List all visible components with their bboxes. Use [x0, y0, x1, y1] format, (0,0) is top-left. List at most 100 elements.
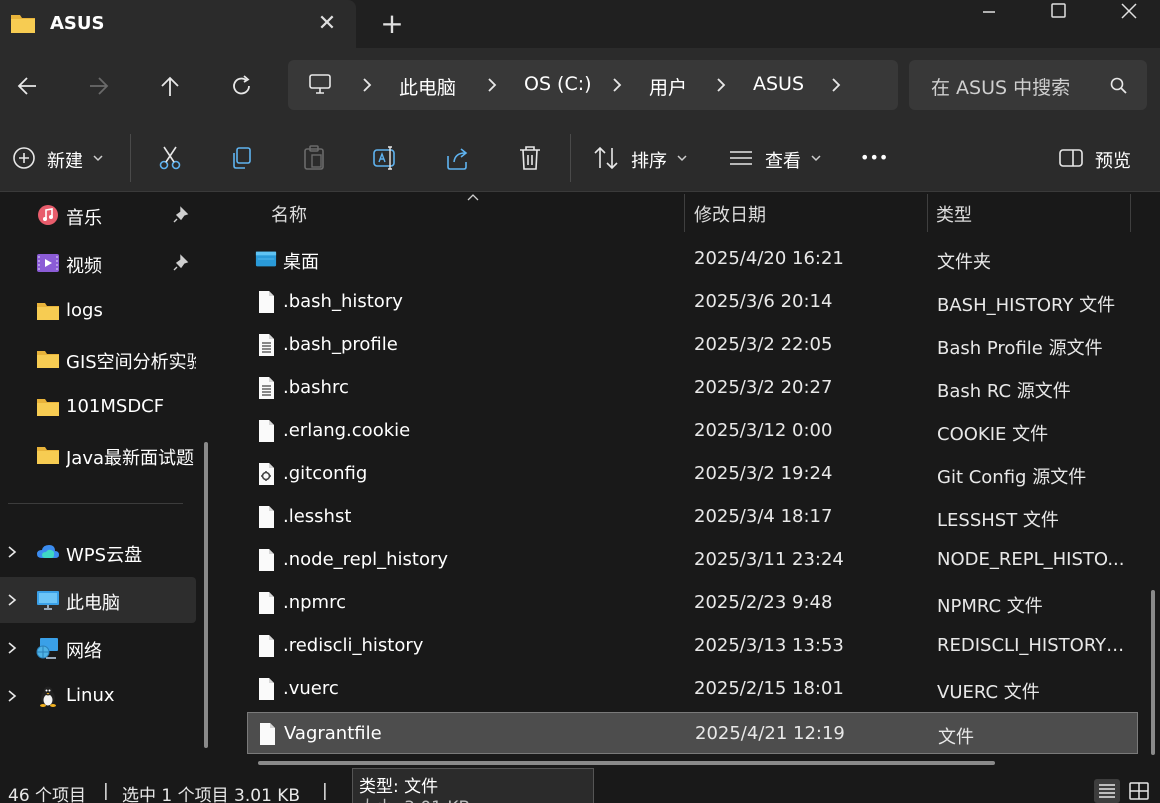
- file-row-vagrantfile[interactable]: Vagrantfile 2025/4/21 12:19 文件: [247, 712, 1138, 754]
- video-icon: [37, 254, 59, 272]
- command-bar: 新建 排序 查看 ••• 预览: [0, 122, 1160, 192]
- file-row-bashrc[interactable]: .bashrc 2025/3/2 20:27 Bash RC 源文件: [247, 367, 1138, 409]
- file-type: LESSHST 文件: [937, 510, 1059, 531]
- tab-close-button[interactable]: ✕: [314, 10, 340, 38]
- sort-icon[interactable]: [592, 144, 622, 172]
- sidebar-item-this-pc[interactable]: 此电脑: [0, 577, 196, 623]
- sidebar-item-101msdcf[interactable]: 101MSDCF: [0, 384, 196, 430]
- minimize-button[interactable]: [960, 0, 1018, 30]
- back-button[interactable]: [8, 68, 48, 104]
- crumb-this-pc[interactable]: 此电脑: [399, 73, 456, 100]
- file-row-desktop[interactable]: 桌面 2025/4/20 16:21 文件夹: [247, 238, 1138, 280]
- file-row-erlang-cookie[interactable]: .erlang.cookie 2025/3/12 0:00 COOKIE 文件: [247, 410, 1138, 452]
- file-row-bash-history[interactable]: .bash_history 2025/3/6 20:14 BASH_HISTOR…: [247, 281, 1138, 323]
- file-row-node-repl-history[interactable]: .node_repl_history 2025/3/11 23:24 NODE_…: [247, 539, 1138, 581]
- file-row-npmrc[interactable]: .npmrc 2025/2/23 9:48 NPMRC 文件: [247, 582, 1138, 624]
- file-list: 名称 修改日期 类型 桌面 2025/4/20 16:21 文件夹 .bash_…: [222, 192, 1160, 775]
- vertical-scrollbar[interactable]: [1151, 590, 1155, 755]
- sidebar-item-logs[interactable]: logs: [0, 288, 196, 334]
- preview-button[interactable]: 预览: [1095, 147, 1131, 173]
- sidebar-item-music[interactable]: 音乐: [0, 192, 196, 238]
- file-name: .gitconfig: [283, 463, 368, 484]
- sidebar-item-video[interactable]: 视频: [0, 240, 196, 286]
- delete-icon[interactable]: [515, 144, 545, 172]
- chevron-right-icon[interactable]: [485, 76, 499, 94]
- file-row-gitconfig[interactable]: .gitconfig 2025/3/2 19:24 Git Config 源文件: [247, 453, 1138, 495]
- crumb-users[interactable]: 用户: [649, 73, 687, 100]
- search-input[interactable]: 在 ASUS 中搜索: [909, 60, 1147, 110]
- file-name: Vagrantfile: [284, 723, 382, 744]
- sidebar-item-java[interactable]: Java最新面试题: [0, 432, 196, 478]
- file-date: 2025/2/23 9:48: [694, 592, 833, 613]
- file-tooltip: 类型: 文件 大小: 3.01 KB: [352, 768, 594, 803]
- column-name[interactable]: 名称: [271, 201, 307, 227]
- breadcrumb[interactable]: 此电脑 OS (C:) 用户 ASUS: [288, 60, 898, 110]
- cut-icon[interactable]: [155, 144, 185, 172]
- column-divider[interactable]: [1130, 194, 1131, 232]
- plus-circle-icon[interactable]: [10, 144, 40, 172]
- chevron-right-icon[interactable]: [829, 76, 843, 94]
- linux-icon: [40, 686, 56, 707]
- file-name: .bash_profile: [283, 334, 398, 355]
- crumb-asus[interactable]: ASUS: [753, 73, 804, 95]
- chevron-right-icon[interactable]: [6, 544, 18, 560]
- crumb-os-c[interactable]: OS (C:): [524, 73, 592, 95]
- chevron-down-icon[interactable]: [808, 144, 824, 172]
- chevron-right-icon[interactable]: [6, 640, 18, 656]
- view-icon[interactable]: [726, 144, 756, 172]
- pin-icon[interactable]: [172, 254, 190, 272]
- chevron-down-icon[interactable]: [674, 144, 690, 172]
- chevron-down-icon[interactable]: [90, 144, 106, 172]
- tab-asus[interactable]: ASUS ✕: [0, 0, 356, 48]
- file-date: 2025/3/13 13:53: [694, 635, 844, 656]
- file-name: 桌面: [283, 252, 319, 273]
- up-button[interactable]: [150, 68, 190, 104]
- rename-icon[interactable]: [371, 144, 401, 172]
- share-icon[interactable]: [443, 144, 473, 172]
- sort-button[interactable]: 排序: [631, 147, 667, 173]
- pin-icon[interactable]: [172, 206, 190, 224]
- maximize-button[interactable]: [1030, 0, 1088, 30]
- sidebar-item-label: 101MSDCF: [66, 396, 165, 417]
- view-button[interactable]: 查看: [765, 147, 801, 173]
- sidebar-item-wps-cloud[interactable]: WPS云盘: [0, 529, 196, 575]
- details-view-icon[interactable]: [1094, 779, 1120, 803]
- desktop-folder-icon: [255, 251, 277, 267]
- more-options-button[interactable]: •••: [860, 148, 888, 167]
- sidebar-item-network[interactable]: 网络: [0, 625, 196, 671]
- chevron-right-icon[interactable]: [6, 592, 18, 608]
- sidebar-item-linux[interactable]: Linux: [0, 673, 196, 719]
- large-icons-view-icon[interactable]: [1126, 779, 1152, 803]
- copy-icon[interactable]: [227, 144, 257, 172]
- file-row-vuerc[interactable]: .vuerc 2025/2/15 18:01 VUERC 文件: [247, 668, 1138, 710]
- column-type[interactable]: 类型: [936, 201, 972, 227]
- chevron-right-icon[interactable]: [610, 76, 624, 94]
- chevron-right-icon[interactable]: [6, 688, 18, 704]
- preview-pane-icon[interactable]: [1056, 144, 1086, 172]
- chevron-right-icon[interactable]: [360, 76, 374, 94]
- file-row-rediscli-history[interactable]: .rediscli_history 2025/3/13 13:53 REDISC…: [247, 625, 1138, 667]
- arrow-up-icon: [161, 76, 179, 96]
- computer-icon: [37, 591, 59, 610]
- horizontal-scrollbar[interactable]: [258, 761, 995, 765]
- column-divider[interactable]: [684, 194, 685, 232]
- file-date: 2025/4/20 16:21: [694, 248, 844, 269]
- column-date[interactable]: 修改日期: [694, 201, 766, 227]
- file-type: NODE_REPL_HISTO...: [937, 549, 1125, 570]
- chevron-right-icon[interactable]: [714, 76, 728, 94]
- new-button[interactable]: 新建: [47, 147, 83, 173]
- sidebar-item-gis[interactable]: GIS空间分析实验: [0, 336, 196, 382]
- sidebar-scrollbar[interactable]: [204, 442, 208, 748]
- paste-icon[interactable]: [299, 144, 329, 172]
- sidebar-item-label: logs: [66, 300, 103, 321]
- file-row-bash-profile[interactable]: .bash_profile 2025/3/2 22:05 Bash Profil…: [247, 324, 1138, 366]
- column-divider[interactable]: [927, 194, 928, 232]
- sidebar-item-label: Java最新面试题: [66, 448, 195, 469]
- close-window-button[interactable]: [1100, 0, 1158, 30]
- file-row-lesshst[interactable]: .lesshst 2025/3/4 18:17 LESSHST 文件: [247, 496, 1138, 538]
- new-tab-button[interactable]: +: [377, 8, 407, 40]
- forward-button[interactable]: [80, 68, 120, 104]
- file-type: Bash RC 源文件: [937, 381, 1071, 402]
- sidebar-item-label: GIS空间分析实验: [66, 352, 196, 373]
- refresh-button[interactable]: [222, 68, 262, 104]
